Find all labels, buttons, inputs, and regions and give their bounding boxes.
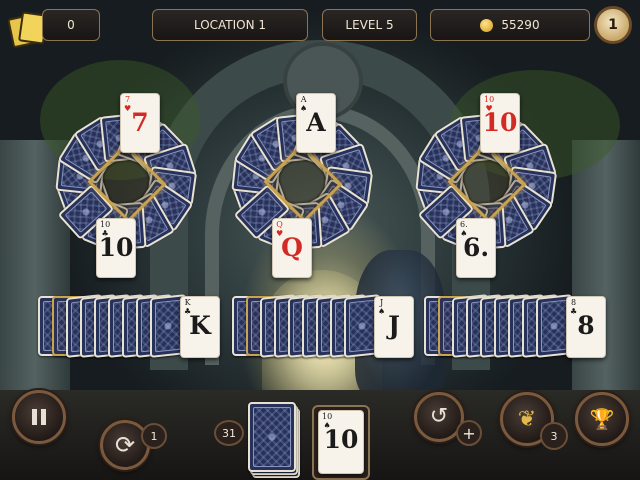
row-face-rank: J	[388, 311, 400, 340]
tableau-bottom-card[interactable]: 10 ♣ 10	[96, 218, 136, 278]
shuffle-count: 1	[150, 429, 158, 443]
stock-top-card[interactable]	[248, 402, 296, 472]
row-face-card[interactable]: 8 ♣ 8	[566, 296, 606, 358]
tableau-top-card[interactable]: 10 ♥ 10	[480, 93, 520, 153]
tableau-top-card-rank: 10	[482, 108, 518, 137]
deck-icon[interactable]	[6, 10, 48, 49]
pause-icon	[32, 409, 46, 425]
stock-count: 31	[222, 426, 236, 440]
waste-corner-rank: 10	[322, 412, 333, 421]
row-corner-rank: 8	[571, 298, 577, 307]
level-panel: LEVEL 5	[322, 9, 417, 41]
tableau-top-card-corner-rank: A	[300, 95, 307, 104]
trophy-button[interactable]: 🏆	[575, 392, 629, 446]
row-corner-rank: K	[184, 298, 191, 307]
plus-icon: +	[462, 423, 476, 443]
row-face-card[interactable]: J ♠ J	[374, 296, 414, 358]
add-undo-button[interactable]: +	[456, 420, 482, 446]
undo-icon: ↺	[429, 404, 449, 429]
trophy-icon: 🏆	[589, 407, 615, 431]
waste-card[interactable]: 10 ♠ 10	[318, 410, 364, 474]
row-face-card[interactable]: K ♣ K	[180, 296, 220, 358]
tableau-top-card-corner-rank: 7	[125, 95, 131, 104]
hint-count: 1	[608, 17, 618, 33]
stock-count-badge: 31	[214, 420, 244, 446]
waste-rank: 10	[323, 425, 359, 454]
tableau-top-card[interactable]: 7 ♥ 7	[120, 93, 160, 153]
butterfly-count: 3	[550, 429, 558, 443]
row-corner-rank: J	[379, 298, 384, 307]
coin-icon	[480, 18, 494, 32]
tableau-top-card[interactable]: A ♠ A	[296, 93, 336, 153]
location-panel: LOCATION 1	[152, 9, 308, 41]
hint-button[interactable]: 1	[594, 6, 632, 44]
row-face-rank: K	[189, 311, 211, 340]
moves-panel: 0	[42, 9, 100, 41]
tableau-bottom-card[interactable]: 6. ♠ 6.	[456, 218, 496, 278]
tableau-top-card-corner-rank: 10	[484, 95, 495, 104]
location-label: LOCATION 1	[193, 18, 267, 32]
shuffle-icon: ⟳	[114, 431, 136, 459]
row-face-rank: 8	[577, 311, 595, 340]
tableau-bottom-card-corner-rank: 10	[100, 220, 111, 229]
tableau-top-card-rank: A	[306, 108, 326, 137]
butterfly-count-badge: 3	[540, 422, 568, 450]
level-label: LEVEL 5	[345, 18, 394, 32]
tableau-bottom-card-corner-rank: Q	[276, 220, 283, 229]
stock-pile[interactable]	[248, 402, 304, 480]
pause-button[interactable]	[12, 390, 66, 444]
shuffle-count-badge: 1	[141, 423, 167, 449]
tableau-bottom-card-rank: 6.	[462, 233, 490, 262]
coins-value: 55290	[501, 18, 540, 32]
coins-panel: 55290	[430, 9, 590, 41]
tableau-top-card-rank: 7	[131, 108, 149, 137]
tableau-bottom-card-rank: 10	[98, 233, 134, 262]
butterfly-icon: ❦	[517, 406, 537, 432]
tableau-bottom-card-rank: Q	[281, 233, 303, 262]
tableau-bottom-card-corner-rank: 6.	[460, 220, 468, 229]
tableau-bottom-card[interactable]: Q ♥ Q	[272, 218, 312, 278]
moves-counter: 0	[67, 18, 75, 32]
